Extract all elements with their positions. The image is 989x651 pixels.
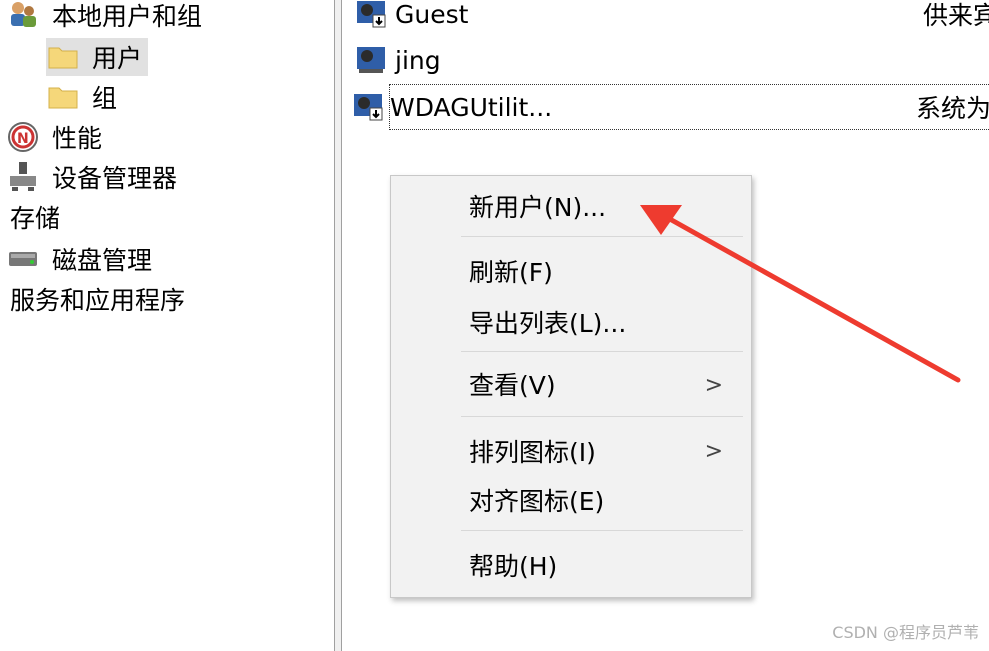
tree-item-disk-management[interactable]: 磁盘管理	[6, 240, 152, 278]
tree-item-users[interactable]: 用户	[46, 38, 149, 76]
tree-label: 本地用户和组	[52, 2, 203, 31]
list-item[interactable]: WDAGUtilit... 系统为	[354, 84, 989, 130]
user-account-icon	[357, 1, 386, 28]
tree-label: 设备管理器	[52, 164, 178, 193]
tree-item-storage[interactable]: 存储	[10, 198, 60, 236]
user-name: Guest	[395, 0, 469, 29]
svg-text:N: N	[17, 131, 29, 147]
user-description: 系统为	[916, 94, 989, 123]
chevron-right-icon: >	[704, 439, 723, 464]
folder-icon	[48, 47, 78, 69]
menu-item-help[interactable]: 帮助(H)	[469, 547, 557, 587]
menu-item-align-icons[interactable]: 对齐图标(E)	[469, 482, 604, 522]
user-name: jing	[395, 45, 441, 75]
tree-item-performance[interactable]: N 性能	[6, 118, 102, 156]
watermark: CSDN @程序员芦苇	[832, 623, 979, 642]
list-item[interactable]: Guest 供来宾	[353, 0, 989, 36]
disk-management-icon	[9, 252, 37, 266]
tree-label: 服务和应用程序	[10, 286, 186, 315]
tree-label: 性能	[52, 124, 103, 153]
menu-item-label: 查看(V)	[469, 371, 556, 400]
tree-label: 组	[92, 84, 118, 113]
menu-separator	[461, 530, 743, 531]
list-item[interactable]: jing	[353, 38, 441, 82]
menu-item-export-list[interactable]: 导出列表(L)...	[469, 304, 626, 344]
menu-item-view[interactable]: 查看(V)	[469, 366, 739, 406]
menu-item-arrange-icons[interactable]: 排列图标(I)	[469, 433, 596, 473]
menu-item-refresh[interactable]: 刷新(F)	[469, 253, 553, 293]
menu-separator	[461, 236, 743, 237]
chevron-right-icon: >	[704, 373, 723, 398]
menu-item-label: 排列图标(I)	[469, 438, 596, 467]
menu-separator	[461, 416, 743, 417]
pane-splitter[interactable]	[334, 0, 342, 651]
tree-item-services-apps[interactable]: 服务和应用程序	[10, 280, 185, 318]
tree-label: 用户	[92, 44, 143, 73]
menu-separator	[461, 351, 743, 352]
user-description: 供来宾	[923, 1, 989, 30]
performance-icon: N	[8, 122, 38, 152]
folder-icon	[48, 87, 78, 109]
users-group-icon	[11, 2, 36, 27]
tree-item-local-users-groups[interactable]: 本地用户和组	[6, 0, 202, 34]
user-name: WDAGUtilit...	[390, 92, 553, 122]
tree-item-device-manager[interactable]: 设备管理器	[6, 158, 177, 196]
user-account-icon	[354, 94, 383, 121]
menu-item-new-user[interactable]: 新用户(N)...	[469, 188, 606, 228]
tree-label: 存储	[10, 204, 61, 233]
context-menu: 新用户(N)... 刷新(F) 导出列表(L)... 查看(V) > 排列图标(…	[390, 175, 752, 598]
tree-item-groups[interactable]: 组	[46, 78, 117, 116]
tree-label: 磁盘管理	[52, 246, 153, 275]
navigation-tree: 本地用户和组 用户 组 N 性能 设备管理器 存储 磁盘管理 服务和应用程序	[0, 0, 336, 651]
device-manager-icon	[10, 162, 36, 191]
user-account-icon	[357, 47, 385, 73]
